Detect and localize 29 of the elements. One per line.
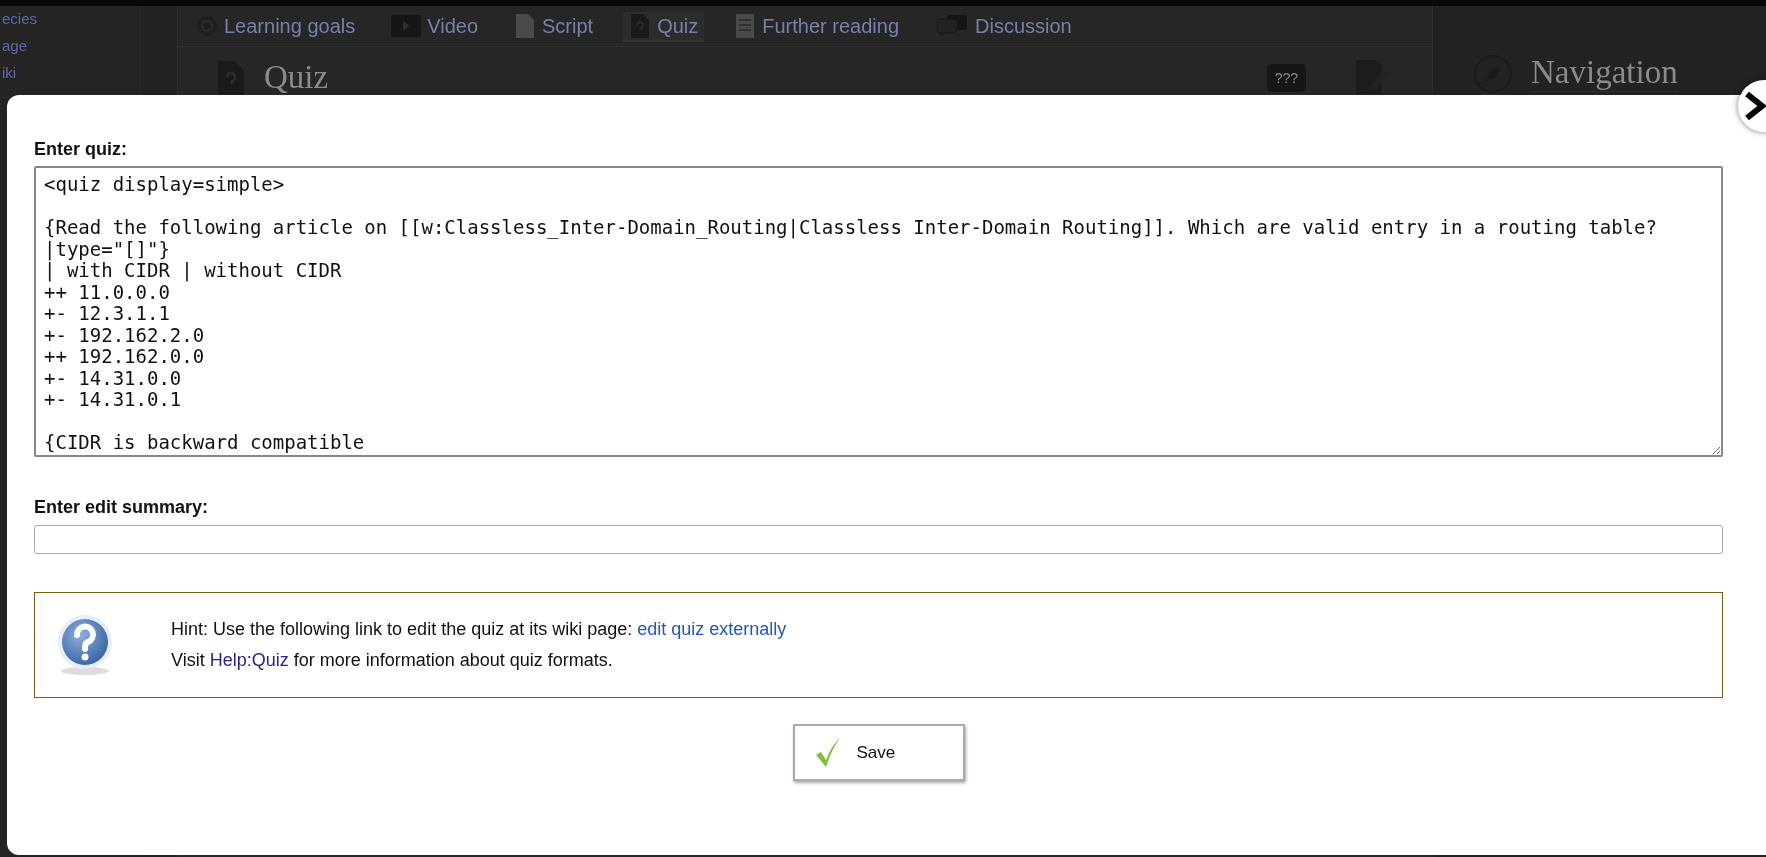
hint-text: Hint: Use the following link to edit the quiz at its wiki page: edit quiz externally <box>171 619 787 640</box>
document-icon <box>514 14 536 38</box>
page-title: Quiz <box>264 59 329 96</box>
list-document-icon <box>734 14 757 38</box>
close-icon <box>1744 91 1766 121</box>
quiz-badge[interactable]: ??? <box>1266 63 1306 92</box>
edit-summary-field[interactable] <box>34 525 1723 554</box>
navigation-heading: Navigation <box>1531 54 1678 92</box>
tab[interactable]: Script <box>508 12 600 42</box>
tab[interactable]: Video <box>385 12 484 42</box>
sidebar-link[interactable]: ecies <box>2 8 140 29</box>
link[interactable]: Help:Quiz <box>209 650 289 670</box>
quiz-source-editor[interactable]: <quiz display=simple> {Read the following article on [[w:Classless_Inter-Domain_Routing|Classless Inter-Domain Routing]]. Which are valid entry in a routing table? |type="[]"} | with CIDR | without CIDR ++ 11.0.0.0 +- 12.3.1.1 +- 192.162.2.0 ++ 192.162.0.0 +- 14.31.0.0 +- 14.31.0.1 {CIDR is backward compatible <box>34 166 1723 457</box>
compass-icon <box>1473 54 1513 94</box>
tab[interactable]: Learning goals <box>190 12 362 42</box>
save-button[interactable]: Save <box>792 724 965 781</box>
sidebar-link[interactable]: age <box>2 35 140 56</box>
tab[interactable]: Quiz <box>623 12 705 42</box>
quiz-label: Enter quiz: <box>34 139 128 160</box>
sidebar-link[interactable]: iki <box>2 62 140 83</box>
question-document-icon <box>218 60 244 95</box>
hint-text: Visit Help:Quiz for more information about quiz formats. <box>171 650 614 671</box>
tab[interactable]: Discussion <box>929 12 1078 42</box>
summary-label: Enter edit summary: <box>34 497 210 518</box>
help-icon <box>55 613 115 677</box>
check-icon <box>814 737 841 768</box>
play-icon <box>391 15 422 37</box>
link[interactable]: edit quiz externally <box>637 619 787 639</box>
tab[interactable]: Further reading <box>728 12 905 42</box>
